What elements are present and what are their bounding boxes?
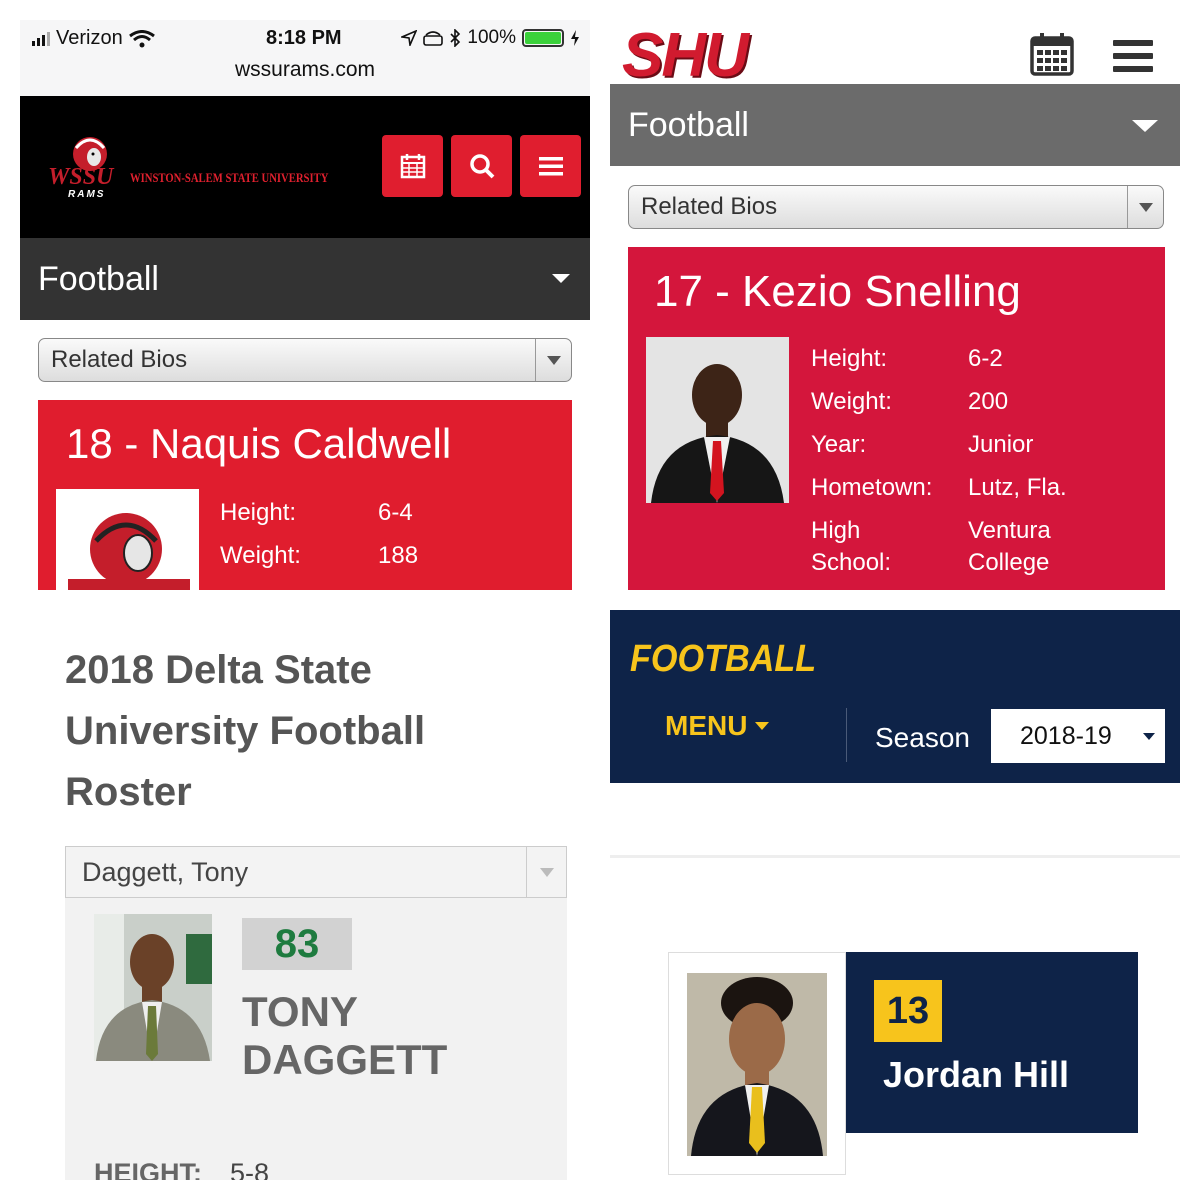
- dropdown-arrow-icon: [535, 339, 571, 381]
- related-bios-select[interactable]: Related Bios: [38, 338, 572, 382]
- svg-text:RAMS: RAMS: [68, 189, 105, 200]
- calendar-icon[interactable]: [1030, 26, 1074, 82]
- sport-title: FOOTBALL: [630, 638, 817, 680]
- bio-value: Lutz, Fla.: [968, 474, 1067, 501]
- bio-value: College: [968, 549, 1050, 576]
- player-card-container: 13 Jordan Hill: [610, 855, 1180, 1180]
- sport-title: Football: [38, 259, 159, 298]
- player-name: 18 - Naquis Caldwell: [66, 420, 452, 467]
- shu-logo[interactable]: SHU: [622, 20, 749, 91]
- bluetooth-icon: [450, 29, 461, 47]
- chevron-down-icon: [1132, 120, 1158, 132]
- calendar-icon: [400, 154, 425, 179]
- location-arrow-icon: [401, 30, 418, 46]
- player-photo: [94, 914, 212, 1061]
- wssu-ram-icon: [68, 513, 190, 590]
- wifi-icon: [128, 29, 155, 47]
- delta-state-screenshot: 2018 Delta State University Football Ros…: [20, 610, 590, 1180]
- sport-nav: FOOTBALL MENU Season 2018-19: [610, 610, 1180, 783]
- bio-value: Ventura: [968, 517, 1051, 544]
- school-name: WINSTON-SALEM STATE UNIVERSITY: [130, 170, 329, 185]
- bio-card: 18 - Naquis Caldwell Height: 6-4 Weight:…: [38, 400, 572, 590]
- sport-selector[interactable]: Football: [610, 84, 1180, 166]
- charging-icon: [571, 30, 579, 46]
- wssu-rams-logo[interactable]: WSSU RAMS: [46, 134, 128, 200]
- signal-icon: [32, 31, 50, 46]
- bio-label: Year:: [811, 431, 867, 458]
- bio-value: Junior: [968, 431, 1034, 458]
- bio-value: 200: [968, 388, 1009, 415]
- saint-rose-screenshot: FOOTBALL MENU Season 2018-19 13 Jordan H…: [610, 610, 1180, 1180]
- jersey-number: 13: [874, 980, 942, 1042]
- menu-label: MENU: [665, 710, 748, 741]
- season-value: 2018-19: [1020, 721, 1112, 750]
- bio-label: School:: [811, 549, 892, 576]
- player-photo-placeholder: [56, 489, 199, 590]
- player-name[interactable]: Jordan Hill: [883, 1054, 1069, 1096]
- bio-value: 6-2: [968, 345, 1003, 372]
- chevron-down-icon: [755, 722, 770, 730]
- site-header: WSSU RAMS WINSTON-SALEM STATE UNIVERSITY: [20, 96, 590, 238]
- player-info-panel: 13 Jordan Hill: [846, 952, 1138, 1133]
- dropdown-arrow-icon: [1143, 733, 1155, 740]
- dropdown-arrow-icon: [1127, 186, 1163, 228]
- bio-card: 17 - Kezio Snelling Height: 6-2 Weight: …: [628, 247, 1165, 590]
- svg-text:WSSU: WSSU: [48, 164, 115, 190]
- weight-label: Weight:: [220, 542, 301, 569]
- height-label: Height:: [220, 499, 297, 526]
- bio-label: Hometown:: [811, 474, 933, 501]
- sport-title: Football: [628, 105, 749, 144]
- height-value: 5-8: [230, 1158, 270, 1180]
- player-name: 17 - Kezio Snelling: [654, 267, 1021, 316]
- player-card: 83 TONY DAGGETT HEIGHT: 5-8: [65, 898, 567, 1180]
- height-value: 6-4: [378, 499, 413, 526]
- player-photo: [646, 337, 789, 503]
- search-button[interactable]: [451, 135, 512, 197]
- hamburger-icon[interactable]: [1113, 28, 1153, 84]
- carrier-name: Verizon: [56, 27, 123, 49]
- page-title: 2018 Delta State University Football Ros…: [65, 648, 426, 814]
- player-photo[interactable]: [687, 973, 827, 1156]
- battery-icon: [522, 29, 564, 47]
- clock: 8:18 PM: [266, 27, 342, 49]
- wssu-screenshot: Verizon 8:18 PM 100% wssurams.com WSSU R…: [20, 20, 590, 590]
- dropdown-arrow-icon: [526, 847, 566, 897]
- url-bar[interactable]: wssurams.com: [20, 58, 590, 82]
- jersey-number: 83: [242, 918, 352, 970]
- bio-label: Height:: [811, 345, 888, 372]
- weight-value: 188: [378, 542, 419, 569]
- battery-percent: 100%: [467, 27, 516, 48]
- hamburger-icon: [538, 157, 563, 176]
- season-select[interactable]: 2018-19: [991, 709, 1165, 763]
- status-bar: Verizon 8:18 PM 100% wssurams.com: [20, 20, 590, 96]
- calendar-button[interactable]: [382, 135, 443, 197]
- bio-label: Weight:: [811, 388, 892, 415]
- tty-icon: [423, 31, 444, 46]
- player-last-name: DAGGETT: [242, 1036, 448, 1083]
- height-label: HEIGHT:: [94, 1158, 202, 1180]
- player-first-name: TONY: [242, 988, 358, 1035]
- sport-selector[interactable]: Football: [20, 238, 590, 320]
- photo-frame: [668, 952, 846, 1175]
- related-bios-select[interactable]: Related Bios: [628, 185, 1164, 229]
- shu-screenshot: SHU Football Related Bios 17 - Kezio Sne…: [610, 20, 1180, 590]
- search-icon: [469, 154, 494, 179]
- player-select[interactable]: Daggett, Tony: [65, 846, 567, 898]
- season-label: Season: [875, 722, 970, 753]
- chevron-down-icon: [552, 274, 570, 283]
- bio-label: High: [811, 517, 861, 544]
- menu-button[interactable]: MENU: [665, 710, 770, 742]
- related-bios-label: Related Bios: [641, 193, 778, 220]
- related-bios-label: Related Bios: [51, 346, 188, 373]
- player-select-value: Daggett, Tony: [82, 856, 249, 887]
- menu-button[interactable]: [520, 135, 581, 197]
- divider: [846, 708, 847, 762]
